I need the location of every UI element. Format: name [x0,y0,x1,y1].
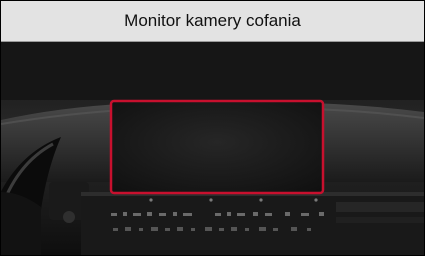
dashboard-photo [1,42,424,255]
figure-frame: Monitor kamery cofania [0,0,425,256]
page-title: Monitor kamery cofania [1,1,424,42]
rear-camera-monitor [109,99,325,195]
